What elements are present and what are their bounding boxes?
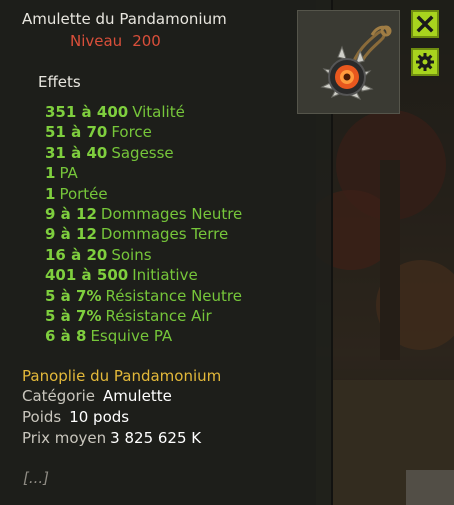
effect-value: 5 à 7%: [45, 286, 102, 305]
effect-row: 9 à 12 Dommages Terre: [45, 224, 242, 244]
category-label: Catégorie: [22, 387, 96, 405]
close-button[interactable]: [411, 10, 439, 38]
effect-row: 9 à 12 Dommages Neutre: [45, 204, 242, 224]
effect-row: 16 à 20 Soins: [45, 245, 242, 265]
effect-value: 5 à 7%: [45, 306, 102, 325]
effect-row: 401 à 500 Initiative: [45, 265, 242, 285]
category-row: Catégorie Amulette: [22, 387, 172, 405]
weight-label: Poids: [22, 408, 62, 426]
level-label: Niveau: [70, 32, 123, 50]
effect-name: Esquive PA: [90, 327, 173, 346]
effect-row: 5 à 7% Résistance Neutre: [45, 286, 242, 306]
settings-button[interactable]: [411, 48, 439, 76]
effect-value: 9 à 12: [45, 225, 97, 244]
effect-row: 1 PA: [45, 163, 242, 183]
effect-row: 6 à 8 Esquive PA: [45, 326, 242, 346]
effect-value: 351 à 400: [45, 103, 129, 121]
effect-row: 351 à 400 Vitalité: [45, 102, 242, 122]
effect-value: 51 à 70: [45, 123, 108, 142]
effect-name: Résistance Neutre: [105, 286, 242, 305]
effects-heading: Effets: [38, 73, 81, 91]
price-label: Prix moyen: [22, 429, 107, 447]
effect-value: 9 à 12: [45, 204, 97, 223]
item-name: Amulette du Pandamonium: [22, 10, 227, 28]
effect-value: 401 à 500: [45, 266, 129, 285]
effect-row: 31 à 40 Sagesse: [45, 143, 242, 163]
panoply-link[interactable]: Panoplie du Pandamonium: [22, 367, 221, 385]
price-value: 3 825 625 K: [110, 429, 202, 447]
level-value: 200: [132, 32, 161, 50]
effect-value: 6 à 8: [45, 327, 87, 346]
weight-row: Poids 10 pods: [22, 408, 129, 426]
effect-name: PA: [59, 164, 78, 183]
item-tooltip-panel: Amulette du Pandamonium Niveau 200 Effets…: [0, 0, 331, 505]
effect-name: Portée: [59, 184, 108, 203]
effect-name: Résistance Air: [105, 306, 212, 325]
item-image-frame: [297, 10, 400, 114]
effect-name: Sagesse: [111, 143, 174, 162]
effect-row: 1 Portée: [45, 184, 242, 204]
more-link[interactable]: [...]: [23, 469, 49, 487]
effect-name: Soins: [111, 245, 152, 264]
effect-name: Dommages Terre: [100, 225, 229, 244]
effect-name: Force: [111, 123, 152, 142]
weight-value: 10 pods: [69, 408, 130, 426]
item-level: Niveau 200: [70, 32, 161, 50]
effect-name: Vitalité: [132, 103, 185, 121]
effect-name: Dommages Neutre: [100, 204, 243, 223]
effect-value: 31 à 40: [45, 143, 108, 162]
effect-value: 1: [45, 164, 56, 183]
effect-row: 51 à 70 Force: [45, 122, 242, 142]
close-icon: [416, 15, 434, 33]
effects-list: 351 à 400 Vitalité 51 à 70 Force 31 à 40 Sa…: [45, 102, 242, 347]
amulet-image: [320, 25, 392, 100]
effect-value: 16 à 20: [45, 245, 108, 264]
category-value: Amulette: [103, 387, 172, 405]
price-row: Prix moyen 3 825 625 K: [22, 429, 201, 447]
gear-icon: [416, 53, 434, 71]
effect-name: Initiative: [132, 266, 198, 285]
effect-value: 1: [45, 184, 56, 203]
effect-row: 5 à 7% Résistance Air: [45, 306, 242, 326]
